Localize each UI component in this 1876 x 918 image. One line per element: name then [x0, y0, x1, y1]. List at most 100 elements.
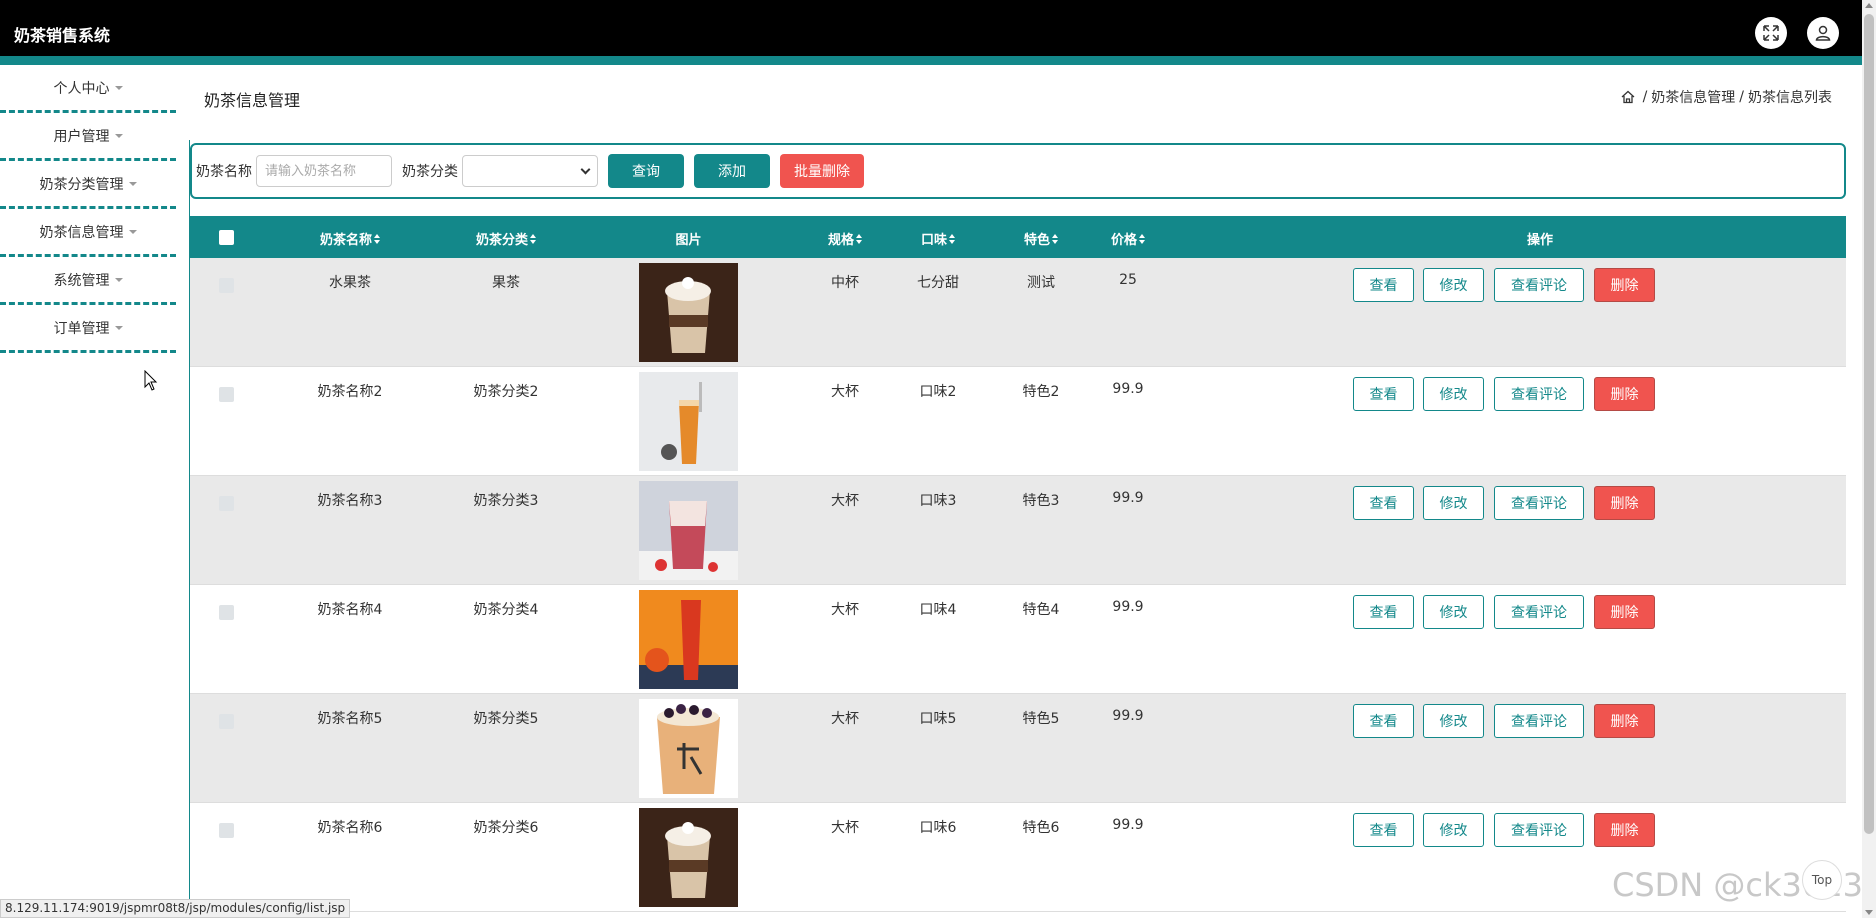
view-button[interactable]: 查看 — [1353, 704, 1414, 738]
delete-button[interactable]: 删除 — [1594, 268, 1655, 302]
cell-name: 奶茶名称2 — [317, 384, 383, 400]
edit-button[interactable]: 修改 — [1423, 486, 1484, 520]
view-button[interactable]: 查看 — [1353, 377, 1414, 411]
cell-category: 奶茶分类4 — [473, 602, 539, 618]
cell-feature: 特色4 — [1022, 602, 1060, 618]
cell-name: 奶茶名称3 — [317, 493, 383, 509]
home-icon[interactable] — [1621, 90, 1635, 104]
mouse-cursor-icon — [144, 370, 158, 391]
column-header-category[interactable]: 奶茶分类 — [456, 229, 556, 248]
cell-spec: 中杯 — [831, 275, 859, 291]
cell-name: 奶茶名称5 — [317, 711, 383, 727]
cell-price: 99.9 — [1112, 381, 1144, 397]
view-button[interactable]: 查看 — [1353, 595, 1414, 629]
cell-taste: 口味6 — [919, 820, 957, 836]
column-header-spec[interactable]: 规格 — [815, 229, 875, 248]
table-row: 奶茶名称5 奶茶分类5 大杯 口味5 特色5 99.9 查看 修改 查看评论 删… — [190, 694, 1846, 803]
cell-category: 奶茶分类5 — [473, 711, 539, 727]
row-checkbox[interactable] — [219, 823, 234, 838]
user-icon[interactable] — [1807, 17, 1839, 49]
breadcrumb-separator: / — [1739, 89, 1744, 105]
cell-spec: 大杯 — [831, 493, 859, 509]
category-label: 奶茶分类 — [402, 164, 458, 180]
sidebar-item-label: 个人中心 — [53, 80, 110, 97]
sidebar-item-tea-info-management[interactable]: 奶茶信息管理 — [0, 209, 176, 257]
cell-feature: 测试 — [1027, 275, 1055, 291]
tea-table: 奶茶名称 奶茶分类 图片 规格 口味 特色 价格 操作 水果茶 果茶 中杯 七分… — [190, 216, 1846, 912]
delete-button[interactable]: 删除 — [1594, 813, 1655, 847]
red-tea-icon — [639, 590, 738, 689]
view-comments-button[interactable]: 查看评论 — [1494, 595, 1584, 629]
breadcrumb-item[interactable]: 奶茶信息管理 — [1651, 87, 1735, 107]
name-label: 奶茶名称 — [196, 164, 252, 180]
select-all-checkbox[interactable] — [219, 230, 234, 245]
back-to-top-button[interactable]: Top — [1802, 860, 1842, 900]
cell-taste: 口味3 — [919, 493, 957, 509]
view-comments-button[interactable]: 查看评论 — [1494, 704, 1584, 738]
view-button[interactable]: 查看 — [1353, 268, 1414, 302]
cell-taste: 口味4 — [919, 602, 957, 618]
status-bar-url: 8.129.11.174:9019/jspmr08t8/jsp/modules/… — [0, 899, 351, 918]
column-header-name[interactable]: 奶茶名称 — [300, 229, 400, 248]
edit-button[interactable]: 修改 — [1423, 377, 1484, 411]
chevron-down-icon — [580, 164, 591, 174]
sort-icon — [1139, 233, 1145, 244]
add-button[interactable]: 添加 — [694, 154, 770, 188]
view-comments-button[interactable]: 查看评论 — [1494, 377, 1584, 411]
row-checkbox[interactable] — [219, 496, 234, 511]
delete-button[interactable]: 删除 — [1594, 704, 1655, 738]
sort-icon — [949, 233, 955, 244]
fullscreen-icon[interactable] — [1755, 17, 1787, 49]
cell-price: 99.9 — [1112, 817, 1144, 833]
delete-button[interactable]: 删除 — [1594, 486, 1655, 520]
app-title: 奶茶销售系统 — [14, 26, 111, 45]
cell-spec: 大杯 — [831, 711, 859, 727]
batch-delete-button[interactable]: 批量删除 — [780, 154, 864, 188]
name-search-input[interactable] — [256, 155, 392, 187]
sidebar-item-category-management[interactable]: 奶茶分类管理 — [0, 161, 176, 209]
category-select[interactable] — [462, 155, 598, 187]
row-checkbox[interactable] — [219, 387, 234, 402]
page-title: 奶茶信息管理 — [204, 91, 301, 110]
column-header-feature[interactable]: 特色 — [1011, 229, 1071, 248]
edit-button[interactable]: 修改 — [1423, 704, 1484, 738]
view-comments-button[interactable]: 查看评论 — [1494, 486, 1584, 520]
view-button[interactable]: 查看 — [1353, 486, 1414, 520]
sidebar-item-system-management[interactable]: 系统管理 — [0, 257, 176, 305]
cell-category: 果茶 — [492, 275, 520, 291]
row-checkbox[interactable] — [219, 278, 234, 293]
row-checkbox[interactable] — [219, 714, 234, 729]
view-button[interactable]: 查看 — [1353, 813, 1414, 847]
sidebar-item-label: 系统管理 — [53, 272, 110, 289]
query-button[interactable]: 查询 — [608, 154, 684, 188]
cell-price: 25 — [1119, 272, 1137, 288]
row-checkbox[interactable] — [219, 605, 234, 620]
delete-button[interactable]: 删除 — [1594, 377, 1655, 411]
scroll-up-icon[interactable] — [1865, 3, 1873, 8]
caret-down-icon — [114, 133, 123, 138]
edit-button[interactable]: 修改 — [1423, 268, 1484, 302]
column-header-actions: 操作 — [1526, 233, 1553, 248]
delete-button[interactable]: 删除 — [1594, 595, 1655, 629]
cell-name: 奶茶名称4 — [317, 602, 383, 618]
edit-button[interactable]: 修改 — [1423, 813, 1484, 847]
cream-tea-icon — [639, 808, 738, 907]
column-header-taste[interactable]: 口味 — [908, 229, 968, 248]
view-comments-button[interactable]: 查看评论 — [1494, 268, 1584, 302]
scrollbar-thumb[interactable] — [1864, 14, 1874, 834]
view-comments-button[interactable]: 查看评论 — [1494, 813, 1584, 847]
cell-name: 水果茶 — [329, 275, 371, 291]
sidebar-item-user-management[interactable]: 用户管理 — [0, 113, 176, 161]
caret-down-icon — [114, 325, 123, 330]
sidebar-item-label: 用户管理 — [53, 128, 110, 145]
breadcrumb: / 奶茶信息管理 / 奶茶信息列表 — [1621, 87, 1832, 107]
sidebar-item-personal-center[interactable]: 个人中心 — [0, 65, 176, 113]
table-header: 奶茶名称 奶茶分类 图片 规格 口味 特色 价格 操作 — [190, 216, 1846, 258]
scroll-down-icon[interactable] — [1865, 910, 1873, 915]
scrollbar[interactable] — [1862, 0, 1876, 918]
column-header-price[interactable]: 价格 — [1098, 229, 1158, 248]
edit-button[interactable]: 修改 — [1423, 595, 1484, 629]
orange-tea-icon — [639, 372, 738, 471]
sidebar-item-order-management[interactable]: 订单管理 — [0, 305, 176, 353]
cell-feature: 特色3 — [1022, 493, 1060, 509]
